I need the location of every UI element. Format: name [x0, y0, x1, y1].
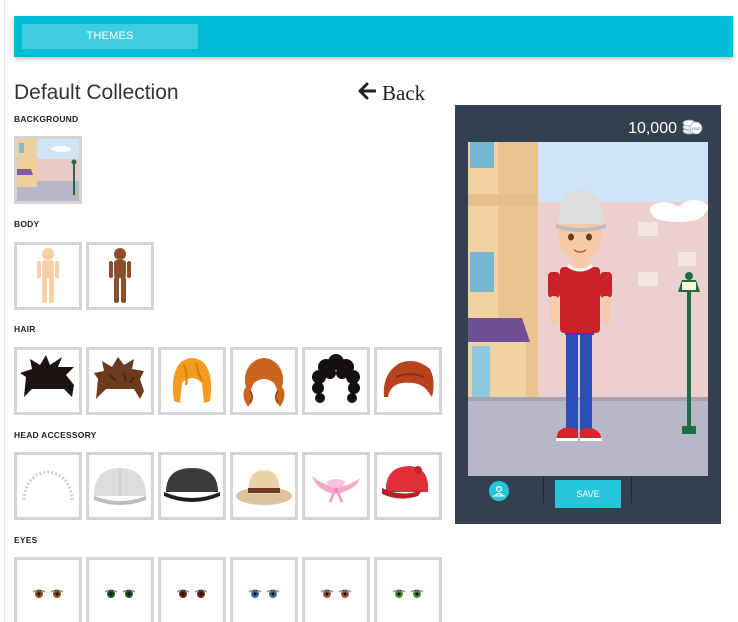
back-label: Back [382, 80, 426, 105]
eyes-item[interactable] [374, 557, 442, 622]
head-accessory-item[interactable] [230, 452, 298, 520]
section-label-hair: HAIR [14, 324, 36, 334]
head-accessory-item[interactable] [374, 452, 442, 520]
hair-item[interactable] [230, 347, 298, 415]
back-button[interactable]: Back [358, 80, 425, 106]
eyes-item[interactable] [86, 557, 154, 622]
editor-page: THEMES Default Collection Back BACKGROUN… [0, 0, 738, 622]
hair-item[interactable] [14, 347, 82, 415]
head-accessory-item[interactable] [158, 452, 226, 520]
eyes-item[interactable] [14, 557, 82, 622]
brown-eyes-thumbnail [32, 589, 64, 598]
section-label-body: BODY [14, 219, 40, 229]
hair-item[interactable] [86, 347, 154, 415]
tan-fedora-thumbnail [236, 470, 292, 505]
toolbar-divider [543, 477, 544, 503]
coin-balance: 10,000 1000 [628, 115, 703, 142]
left-divider [4, 0, 5, 622]
coin-count: 10,000 [628, 119, 677, 137]
hair-item[interactable] [158, 347, 226, 415]
avatar-scene-illustration [468, 142, 708, 476]
brown-messy-hair-thumbnail [94, 357, 144, 399]
top-bar: THEMES [14, 16, 733, 57]
spiky-black-hair-thumbnail [20, 355, 74, 397]
hazel-eyes-thumbnail [320, 589, 352, 598]
red-cap-thumbnail [382, 466, 429, 499]
svg-text:1000: 1000 [692, 126, 702, 131]
tab-themes[interactable]: THEMES [22, 24, 198, 49]
eyes-item[interactable] [158, 557, 226, 622]
pearl-headband-thumbnail [22, 470, 74, 501]
red-swept-hair-thumbnail [383, 361, 434, 397]
eyes-item[interactable] [230, 557, 298, 622]
avatar-pin-icon [493, 485, 505, 497]
avatar-preview-panel: 10,000 1000 SAVE [455, 105, 721, 524]
section-label-head-accessory: HEAD ACCESSORY [14, 430, 97, 440]
black-curly-hair-thumbnail [312, 354, 360, 403]
arrow-left-icon [358, 82, 377, 105]
green-hazel-eyes-thumbnail [392, 589, 424, 598]
white-cap-thumbnail [94, 468, 146, 505]
coin-stack-icon: 1000 [681, 115, 703, 142]
hair-item[interactable] [374, 347, 442, 415]
street-scene-thumbnail [17, 139, 79, 201]
background-item[interactable] [14, 136, 82, 204]
blue-eyes-thumbnail [248, 589, 280, 598]
body-item[interactable] [86, 242, 154, 310]
avatar-pin-button[interactable] [489, 481, 509, 501]
pink-sun-hat-thumbnail [312, 476, 360, 503]
head-accessory-item[interactable] [14, 452, 82, 520]
dark-body-thumbnail [109, 248, 131, 303]
green-eyes-thumbnail [104, 589, 136, 598]
eyes-item[interactable] [302, 557, 370, 622]
auburn-wavy-hair-thumbnail [243, 358, 285, 407]
body-item[interactable] [14, 242, 82, 310]
section-label-background: BACKGROUND [14, 114, 79, 124]
orange-bob-hair-thumbnail [172, 358, 212, 403]
head-accessory-item[interactable] [302, 452, 370, 520]
black-cap-thumbnail [164, 468, 220, 502]
hair-item[interactable] [302, 347, 370, 415]
toolbar-divider [631, 477, 632, 503]
dark-brown-eyes-thumbnail [176, 589, 208, 598]
save-button[interactable]: SAVE [555, 480, 621, 508]
head-accessory-item[interactable] [86, 452, 154, 520]
light-body-thumbnail [37, 248, 59, 303]
page-title: Default Collection [14, 81, 179, 104]
section-label-eyes: EYES [14, 535, 38, 545]
avatar-scene [468, 142, 708, 476]
